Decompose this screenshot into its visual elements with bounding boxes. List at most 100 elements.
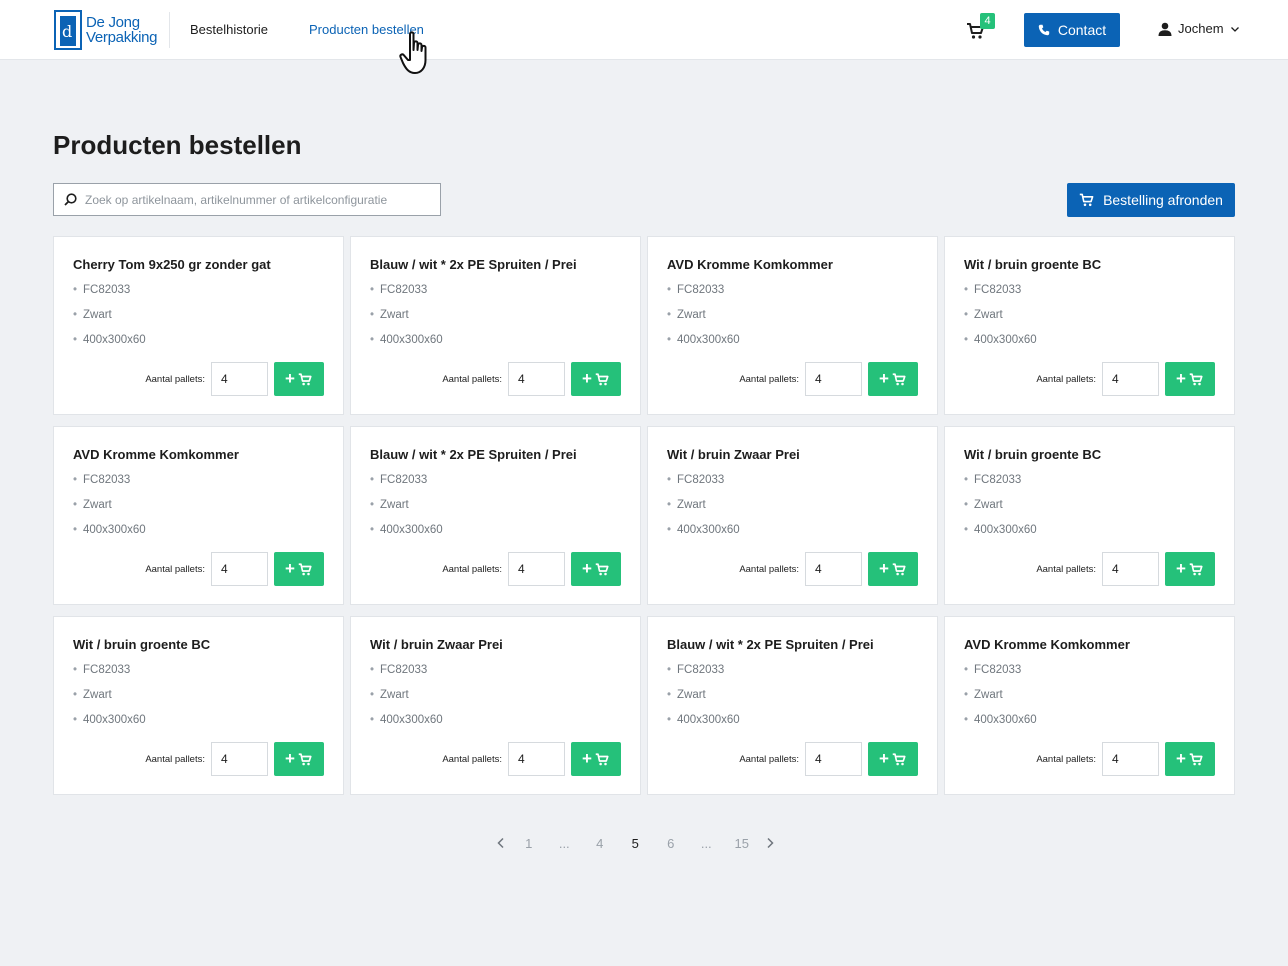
product-size: 400x300x60 [73,333,324,358]
product-title: Wit / bruin groente BC [964,257,1102,272]
product-code: FC82033 [370,473,621,498]
quantity-label: Aantal pallets: [145,753,205,765]
quantity-label: Aantal pallets: [739,753,799,765]
product-card: Blauw / wit * 2x PE Spruiten / Prei FC82… [350,426,641,605]
pagination-prev[interactable] [491,833,511,853]
quantity-input[interactable] [508,362,565,396]
user-icon [1158,22,1172,36]
quantity-input[interactable] [805,362,862,396]
pagination-page[interactable]: 6 [653,836,689,851]
pagination-next[interactable] [760,833,780,853]
product-title: AVD Kromme Komkommer [964,637,1130,652]
plus-icon: + [879,369,889,388]
pagination-ellipsis: ... [558,835,570,851]
product-card: AVD Kromme Komkommer FC82033 Zwart 400x3… [53,426,344,605]
product-size: 400x300x60 [73,713,324,738]
product-size: 400x300x60 [370,523,621,548]
search-box[interactable] [53,183,441,216]
add-to-cart-button[interactable]: + [571,742,621,776]
product-specs: FC82033 Zwart 400x300x60 [370,663,621,738]
quantity-label: Aantal pallets: [442,373,502,385]
add-to-cart-button[interactable]: + [274,742,324,776]
quantity-input[interactable] [211,742,268,776]
quantity-input[interactable] [508,552,565,586]
checkout-label: Bestelling afronden [1103,192,1223,208]
add-to-cart-button[interactable]: + [571,362,621,396]
quantity-row: Aantal pallets: + [1036,552,1215,586]
quantity-input[interactable] [805,742,862,776]
user-menu[interactable]: Jochem [1158,21,1240,36]
product-title: Cherry Tom 9x250 gr zonder gat [73,257,271,272]
pagination-page[interactable]: 4 [582,836,618,851]
add-to-cart-button[interactable]: + [868,552,918,586]
plus-icon: + [879,749,889,768]
quantity-row: Aantal pallets: + [1036,362,1215,396]
product-grid: Cherry Tom 9x250 gr zonder gat FC82033 Z… [53,236,1236,795]
quantity-label: Aantal pallets: [1036,373,1096,385]
product-size: 400x300x60 [667,333,918,358]
quantity-input[interactable] [1102,742,1159,776]
pagination: 1... 4 5 6... 15 [491,833,780,853]
quantity-row: Aantal pallets: + [739,552,918,586]
product-color: Zwart [964,308,1215,333]
add-to-cart-button[interactable]: + [868,362,918,396]
add-to-cart-button[interactable]: + [868,742,918,776]
brand-line-2: Verpakking [86,29,158,46]
pagination-page[interactable]: 1 [511,836,547,851]
quantity-input[interactable] [211,362,268,396]
quantity-label: Aantal pallets: [442,753,502,765]
brand-logo[interactable]: d De Jong Verpakking [54,10,158,50]
plus-icon: + [1176,749,1186,768]
plus-icon: + [285,749,295,768]
product-color: Zwart [73,308,324,333]
user-name: Jochem [1178,21,1224,36]
nav-link-bestelhistorie[interactable]: Bestelhistorie [190,22,268,37]
product-card: Blauw / wit * 2x PE Spruiten / Prei FC82… [350,236,641,415]
add-to-cart-button[interactable]: + [1165,742,1215,776]
product-color: Zwart [73,498,324,523]
quantity-row: Aantal pallets: + [442,362,621,396]
product-color: Zwart [370,308,621,333]
product-specs: FC82033 Zwart 400x300x60 [667,283,918,358]
product-card: Blauw / wit * 2x PE Spruiten / Prei FC82… [647,616,938,795]
product-color: Zwart [667,688,918,713]
pagination-page[interactable]: 5 [618,836,654,851]
contact-button[interactable]: Contact [1024,13,1120,47]
search-input[interactable] [85,192,425,207]
product-code: FC82033 [667,473,918,498]
plus-icon: + [582,369,592,388]
product-color: Zwart [964,498,1215,523]
quantity-label: Aantal pallets: [442,563,502,575]
add-to-cart-button[interactable]: + [571,552,621,586]
quantity-input[interactable] [1102,362,1159,396]
quantity-row: Aantal pallets: + [442,742,621,776]
product-title: Blauw / wit * 2x PE Spruiten / Prei [370,257,577,272]
add-to-cart-icon [595,372,609,385]
add-to-cart-button[interactable]: + [274,362,324,396]
quantity-input[interactable] [805,552,862,586]
add-to-cart-button[interactable]: + [1165,552,1215,586]
product-code: FC82033 [964,663,1215,688]
product-card: Cherry Tom 9x250 gr zonder gat FC82033 Z… [53,236,344,415]
product-title: Wit / bruin groente BC [964,447,1102,462]
checkout-button[interactable]: Bestelling afronden [1067,183,1235,217]
quantity-input[interactable] [211,552,268,586]
product-title: Wit / bruin Zwaar Prei [370,637,503,652]
product-color: Zwart [667,498,918,523]
product-color: Zwart [370,498,621,523]
add-to-cart-button[interactable]: + [1165,362,1215,396]
quantity-label: Aantal pallets: [739,563,799,575]
product-specs: FC82033 Zwart 400x300x60 [667,473,918,548]
quantity-input[interactable] [508,742,565,776]
product-title: AVD Kromme Komkommer [667,257,833,272]
product-card: Wit / bruin Zwaar Prei FC82033 Zwart 400… [350,616,641,795]
product-code: FC82033 [370,283,621,308]
plus-icon: + [1176,559,1186,578]
quantity-input[interactable] [1102,552,1159,586]
pagination-page[interactable]: 15 [724,836,760,851]
page-title: Producten bestellen [53,130,302,160]
plus-icon: + [285,559,295,578]
product-title: Wit / bruin Zwaar Prei [667,447,800,462]
add-to-cart-button[interactable]: + [274,552,324,586]
product-specs: FC82033 Zwart 400x300x60 [73,663,324,738]
